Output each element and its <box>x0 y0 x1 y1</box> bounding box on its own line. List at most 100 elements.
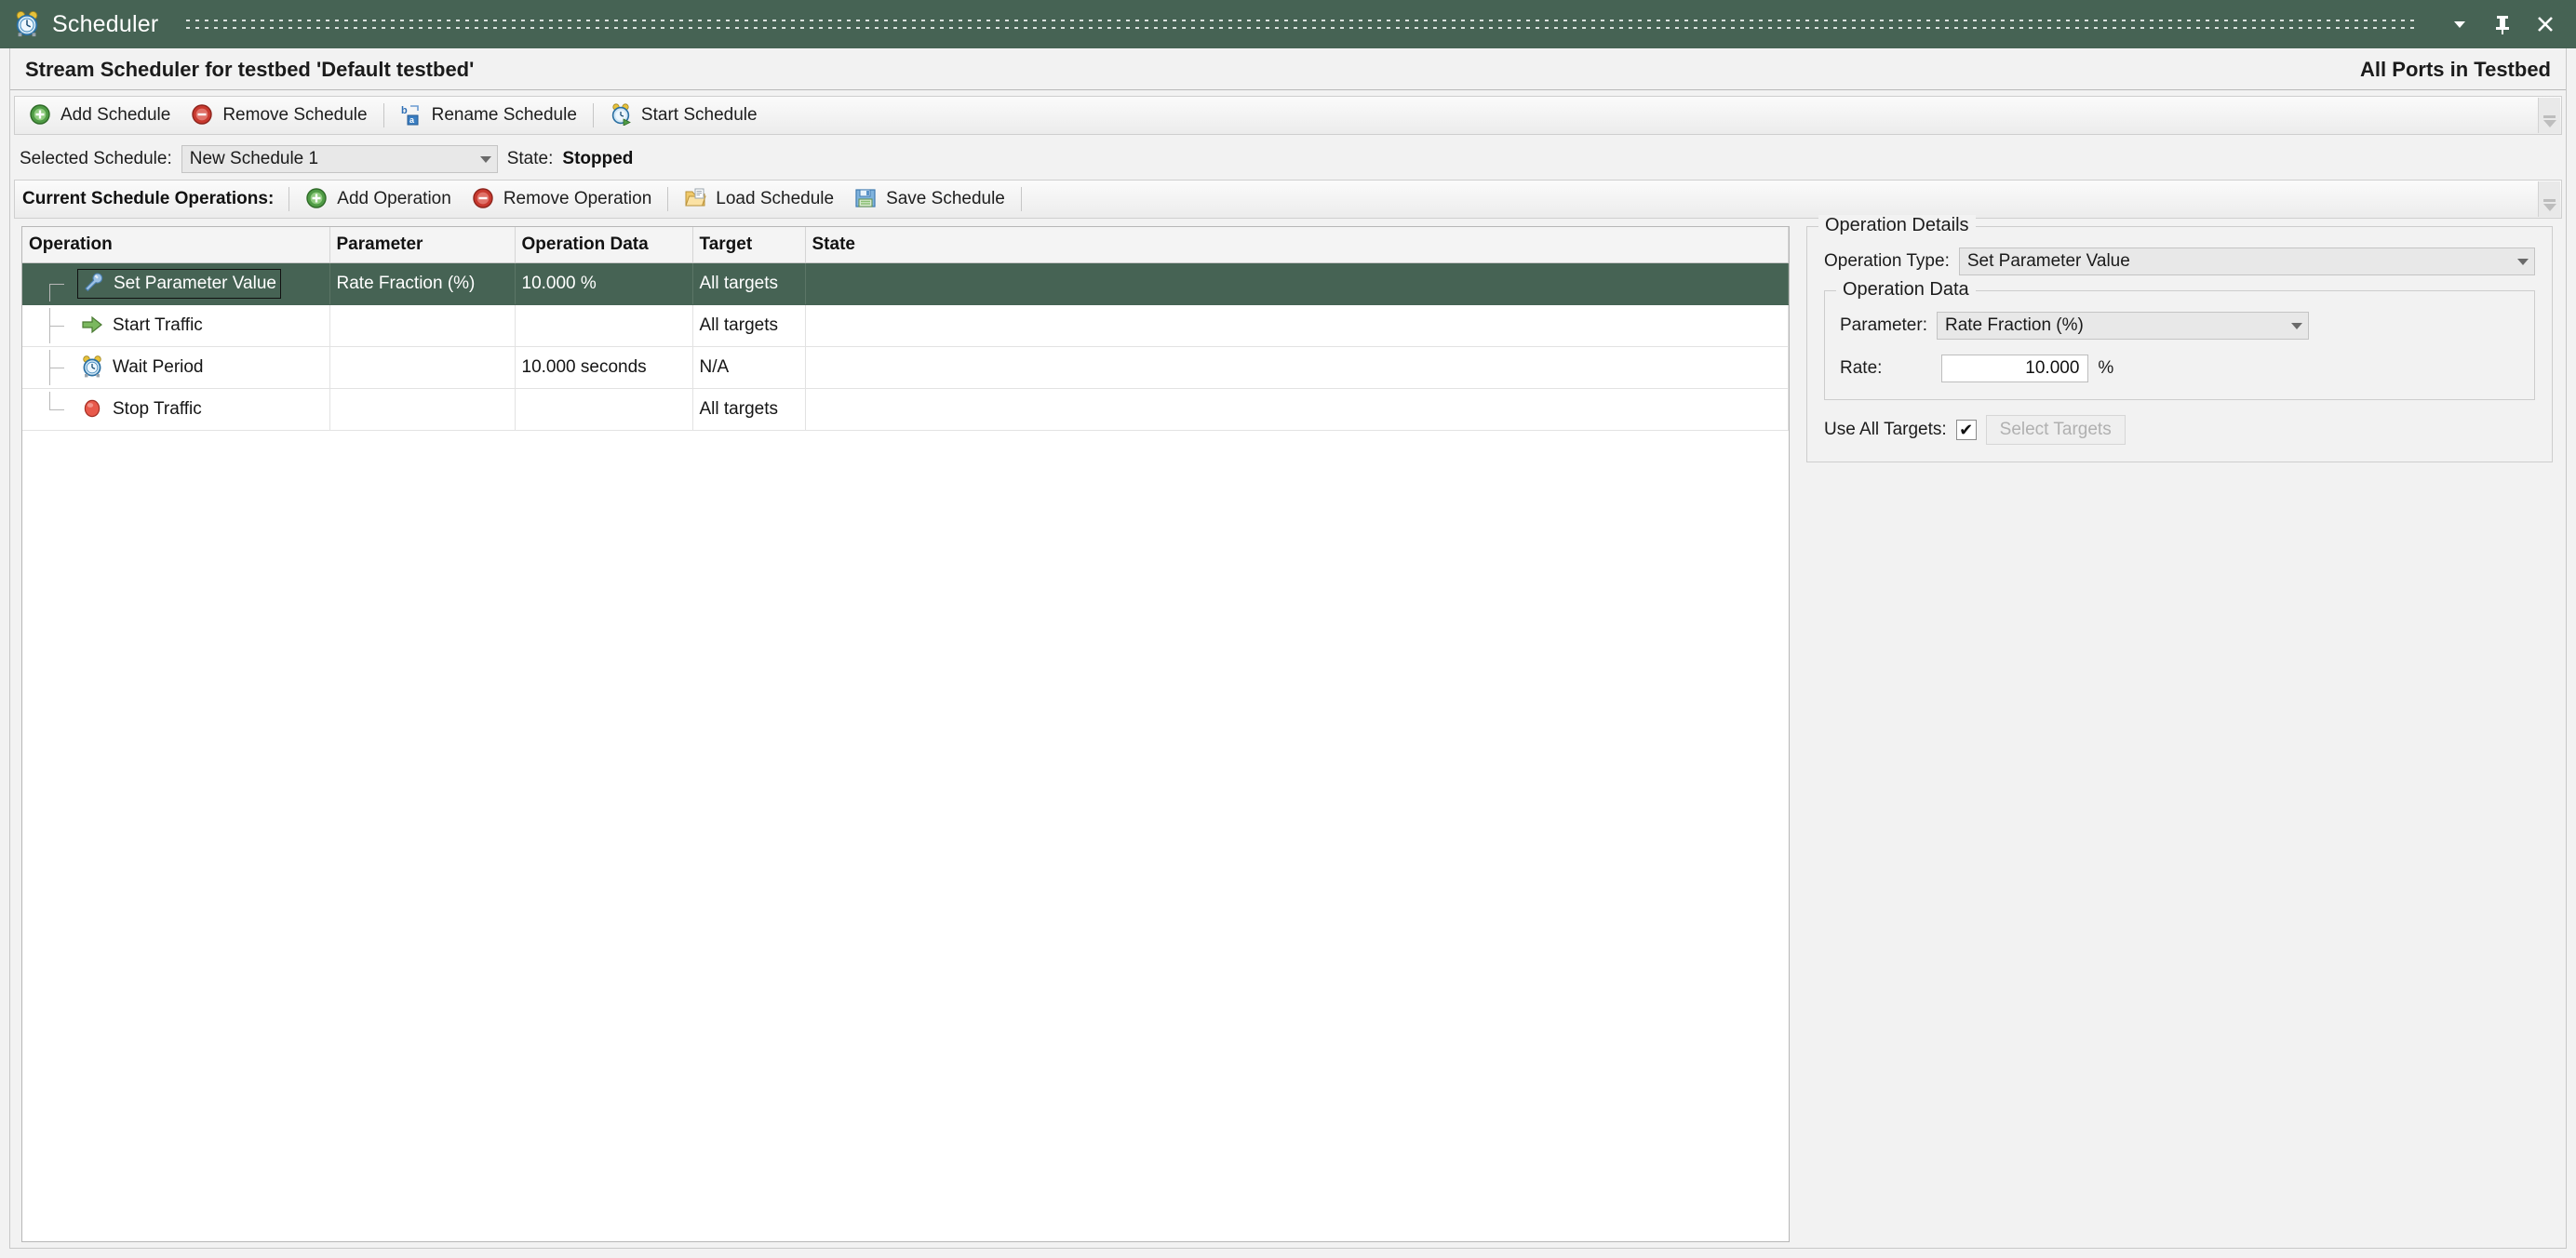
toolbar-separator <box>1020 187 1022 211</box>
chevron-down-icon <box>2290 322 2302 329</box>
table-row[interactable]: Wait Period 10.000 seconds N/A <box>22 346 1789 389</box>
remove-operation-label: Remove Operation <box>503 189 652 208</box>
operations-toolbar: Current Schedule Operations: Add Operati… <box>14 180 2562 219</box>
use-all-targets-row: Use All Targets: ✔ Select Targets <box>1824 415 2535 445</box>
operation-details-group: Operation Details Operation Type: Set Pa… <box>1806 215 2553 462</box>
rename-schedule-label: Rename Schedule <box>431 105 577 125</box>
remove-red-circle-icon <box>191 103 215 127</box>
operation-name: Start Traffic <box>113 314 203 335</box>
chevron-down-icon[interactable] <box>2444 8 2475 40</box>
table-row[interactable]: Stop Traffic All targets <box>22 388 1789 431</box>
use-all-targets-checkbox[interactable]: ✔ <box>1955 420 1977 440</box>
load-schedule-label: Load Schedule <box>716 189 835 208</box>
parameter-row: Parameter: Rate Fraction (%) <box>1840 312 2519 340</box>
select-targets-button[interactable]: Select Targets <box>1985 415 2126 445</box>
start-schedule-label: Start Schedule <box>640 105 758 125</box>
save-schedule-label: Save Schedule <box>886 189 1005 208</box>
remove-schedule-button[interactable]: Remove Schedule <box>181 100 377 131</box>
selected-schedule-label: Selected Schedule: <box>20 149 172 168</box>
parameter-value: Rate Fraction (%) <box>1944 315 2084 335</box>
schedule-select[interactable]: New Schedule 1 <box>181 145 498 173</box>
tree-connector <box>29 307 77 343</box>
operation-type-select[interactable]: Set Parameter Value <box>1958 248 2535 275</box>
scope-label: All Ports in Testbed <box>2360 58 2551 81</box>
tree-connector <box>29 349 77 385</box>
start-clock-icon <box>610 103 634 127</box>
state-label: State: <box>506 149 554 168</box>
operations-toolbar-overflow-button[interactable] <box>2538 181 2560 217</box>
cell-parameter <box>329 346 516 389</box>
operation-details-title: Operation Details <box>1818 215 1976 236</box>
column-header-operation[interactable]: Operation <box>22 227 330 263</box>
remove-schedule-label: Remove Schedule <box>222 105 368 125</box>
cell-operation: Stop Traffic <box>22 388 330 431</box>
pin-icon[interactable] <box>2487 8 2518 40</box>
rate-label: Rate: <box>1840 358 1883 378</box>
rename-ba-icon: b a <box>400 103 424 127</box>
page-title: Stream Scheduler for testbed 'Default te… <box>25 58 475 81</box>
table-row[interactable]: Set Parameter Value Rate Fraction (%) 10… <box>22 262 1789 305</box>
scheduler-window: Scheduler Stream Scheduler for testbed '… <box>0 0 2576 1258</box>
green-arrow-icon <box>81 314 105 338</box>
cell-parameter: Rate Fraction (%) <box>329 262 516 305</box>
table-header-row: Operation Parameter Operation Data Targe… <box>22 227 1789 263</box>
chevron-down-icon <box>2542 120 2556 127</box>
column-header-operation-data[interactable]: Operation Data <box>515 227 693 263</box>
operations-table: Operation Parameter Operation Data Targe… <box>21 226 1790 1242</box>
tree-connector <box>29 391 77 427</box>
cell-operation: Set Parameter Value <box>22 262 330 305</box>
add-operation-label: Add Operation <box>337 189 451 208</box>
toolbar-separator <box>382 103 384 127</box>
cell-parameter <box>329 304 516 347</box>
remove-operation-button[interactable]: Remove Operation <box>462 183 662 215</box>
close-icon[interactable] <box>2529 8 2561 40</box>
operation-name: Wait Period <box>113 356 204 377</box>
operation-type-label: Operation Type: <box>1824 251 1950 271</box>
chevron-down-icon <box>479 155 491 163</box>
open-folder-icon <box>684 187 708 211</box>
use-all-targets-label: Use All Targets: <box>1824 420 1947 439</box>
add-green-circle-icon <box>305 187 329 211</box>
operations-toolbar-label: Current Schedule Operations: <box>22 189 275 208</box>
operation-name: Stop Traffic <box>113 398 202 419</box>
cell-state <box>805 388 1789 431</box>
parameter-select[interactable]: Rate Fraction (%) <box>1936 312 2309 340</box>
wrench-icon <box>82 272 106 296</box>
cell-operation-data <box>515 304 693 347</box>
add-schedule-button[interactable]: Add Schedule <box>19 100 181 131</box>
operation-name: Set Parameter Value <box>114 273 276 293</box>
operation-type-row: Operation Type: Set Parameter Value <box>1824 248 2535 275</box>
table-row[interactable]: Start Traffic All targets <box>22 304 1789 347</box>
window-title: Scheduler <box>52 10 159 37</box>
toolbar-separator <box>592 103 594 127</box>
save-schedule-button[interactable]: Save Schedule <box>844 183 1015 215</box>
body-split: Operation Parameter Operation Data Targe… <box>10 215 2566 1248</box>
operation-data-group: Operation Data Parameter: Rate Fraction … <box>1824 279 2535 400</box>
rename-schedule-button[interactable]: b a Rename Schedule <box>390 100 587 131</box>
add-green-circle-icon <box>29 103 53 127</box>
toolbar-overflow-button[interactable] <box>2538 98 2560 133</box>
tree-connector <box>29 266 77 301</box>
cell-target: N/A <box>692 346 806 389</box>
load-schedule-button[interactable]: Load Schedule <box>674 183 844 215</box>
cell-operation-data <box>515 388 693 431</box>
alarm-clock-icon <box>13 10 41 38</box>
column-header-parameter[interactable]: Parameter <box>329 227 516 263</box>
column-header-state[interactable]: State <box>805 227 1789 263</box>
selected-schedule-row: Selected Schedule: New Schedule 1 State:… <box>10 135 2566 180</box>
remove-red-circle-icon <box>472 187 496 211</box>
content-frame: Stream Scheduler for testbed 'Default te… <box>9 48 2567 1249</box>
rate-input[interactable]: 10.000 <box>1941 355 2089 382</box>
start-schedule-button[interactable]: Start Schedule <box>599 100 768 131</box>
floppy-disk-icon <box>854 187 879 211</box>
column-header-target[interactable]: Target <box>692 227 806 263</box>
chevron-down-icon <box>2542 204 2556 211</box>
add-operation-button[interactable]: Add Operation <box>295 183 462 215</box>
cell-parameter <box>329 388 516 431</box>
cell-target: All targets <box>692 262 806 305</box>
cell-state <box>805 304 1789 347</box>
title-drag-grip[interactable] <box>186 15 2416 33</box>
toolbar-separator <box>288 187 290 211</box>
svg-text:b: b <box>401 105 408 116</box>
operation-data-title: Operation Data <box>1836 279 1976 301</box>
